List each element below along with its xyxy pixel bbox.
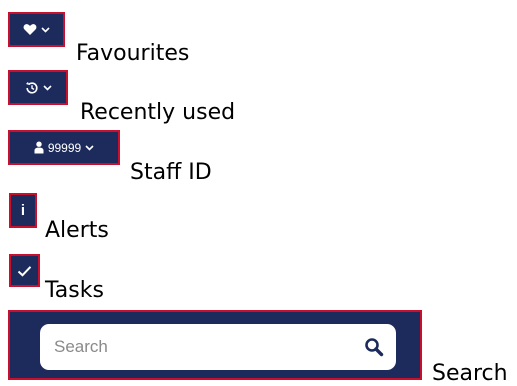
chevron-down-icon [85, 144, 94, 151]
alerts-button[interactable]: i [9, 193, 37, 228]
search-icon[interactable] [364, 337, 384, 357]
heart-icon [23, 23, 37, 36]
search-bar [8, 310, 422, 380]
staff-id-label: Staff ID [130, 160, 212, 185]
search-box[interactable] [40, 324, 396, 370]
recently-used-button[interactable] [8, 70, 68, 105]
favourites-button[interactable] [8, 12, 65, 47]
favourites-label: Favourites [76, 41, 190, 66]
search-input[interactable] [52, 336, 364, 358]
search-label: Search [432, 361, 508, 386]
tasks-button[interactable] [9, 254, 40, 287]
recently-used-label: Recently used [80, 100, 236, 125]
info-icon: i [20, 202, 26, 219]
tasks-label: Tasks [45, 278, 104, 303]
history-icon [25, 81, 39, 95]
chevron-down-icon [41, 26, 50, 33]
checkmark-icon [17, 265, 32, 277]
chevron-down-icon [42, 84, 52, 91]
staff-id-button[interactable]: 99999 [8, 130, 120, 165]
user-icon [34, 141, 44, 154]
alerts-label: Alerts [45, 218, 109, 243]
staff-id-value: 99999 [47, 140, 82, 155]
